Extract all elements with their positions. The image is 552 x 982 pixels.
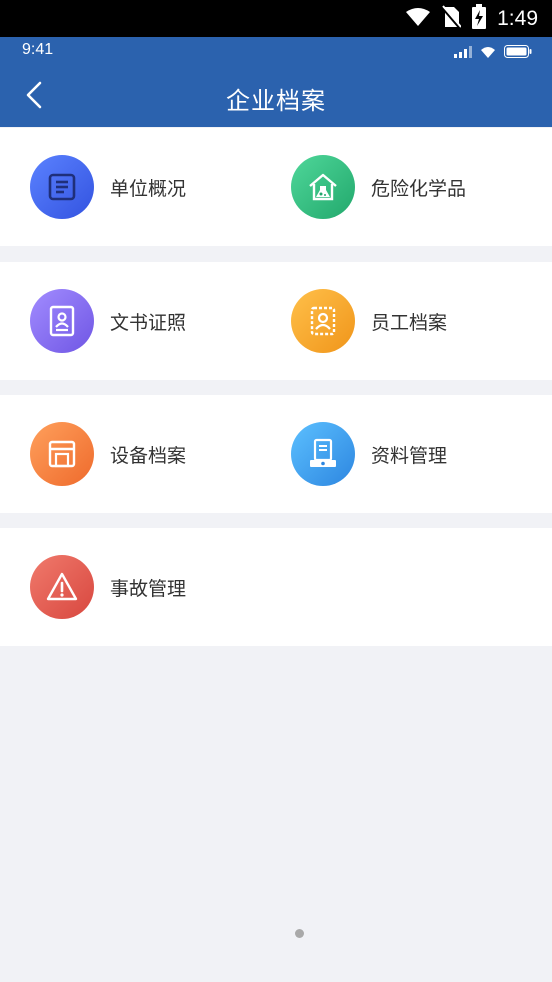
menu-item-label: 文书证照 (110, 311, 187, 334)
menu-item-unit-overview[interactable]: 单位概况 (30, 128, 186, 246)
menu-item-label: 设备档案 (110, 444, 187, 467)
menu-item-label: 事故管理 (110, 577, 187, 600)
warning-triangle-icon (30, 555, 94, 619)
android-status-icons: 1:49 (405, 0, 538, 37)
document-list-icon (30, 155, 94, 219)
battery-icon (504, 43, 532, 62)
menu-item-accident-management[interactable]: 事故管理 (30, 528, 186, 646)
menu-item-hazardous-chemicals[interactable]: 危险化学品 (291, 128, 466, 246)
ios-clock: 9:41 (22, 41, 54, 58)
ios-status-icons (454, 43, 532, 62)
equipment-cabinet-icon (30, 422, 94, 486)
page-title: 企业档案 (226, 87, 326, 115)
menu-section-2: 文书证照 员工档案 (0, 262, 552, 380)
flask-house-icon (291, 155, 355, 219)
menu-section-1: 单位概况 危险化学品 (0, 128, 552, 246)
battery-charging-icon (471, 3, 487, 34)
wifi-icon (405, 7, 431, 31)
menu-item-label: 资料管理 (371, 444, 448, 467)
signal-bars-icon (454, 43, 472, 62)
wifi-small-icon (480, 43, 496, 62)
android-clock: 1:49 (497, 6, 538, 30)
menu-item-documents[interactable]: 文书证照 (30, 262, 186, 380)
person-badge-icon (291, 289, 355, 353)
menu-item-label: 员工档案 (371, 311, 448, 334)
menu-item-employee-files[interactable]: 员工档案 (291, 262, 447, 380)
menu-item-label: 单位概况 (110, 177, 187, 200)
menu-item-equipment-files[interactable]: 设备档案 (30, 395, 186, 513)
app-header: 9:41 企业档案 (0, 37, 552, 127)
menu-section-3: 设备档案 资料管理 (0, 395, 552, 513)
page-indicator-dot (295, 929, 304, 938)
no-sim-icon (440, 4, 462, 33)
menu-item-label: 危险化学品 (371, 177, 467, 200)
menu-section-4: 事故管理 (0, 528, 552, 646)
file-tray-icon (291, 422, 355, 486)
android-status-bar: 1:49 (0, 0, 552, 37)
menu-item-material-management[interactable]: 资料管理 (291, 395, 447, 513)
id-card-icon (30, 289, 94, 353)
